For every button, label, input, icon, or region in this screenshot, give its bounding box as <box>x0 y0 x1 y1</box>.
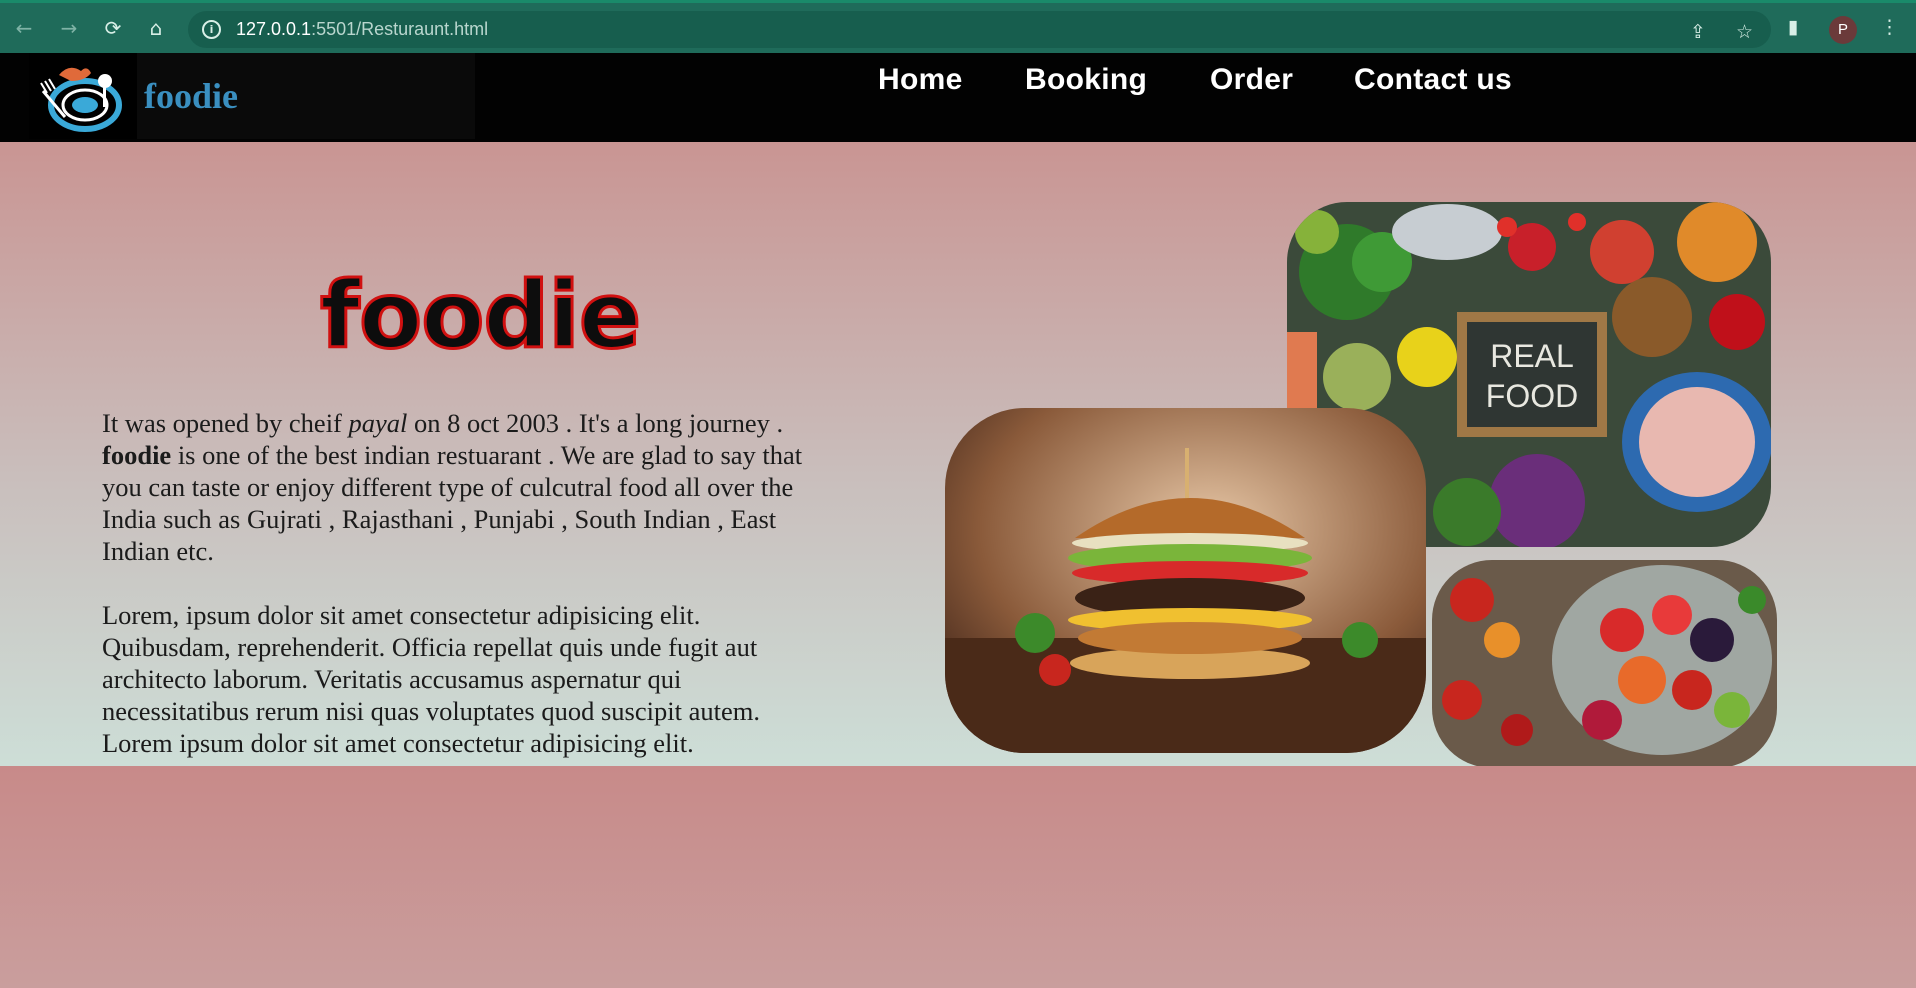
nav-booking[interactable]: Booking <box>1025 63 1147 97</box>
burger-image <box>945 408 1426 753</box>
nav-contact-us[interactable]: Contact us <box>1354 63 1512 97</box>
about-paragraph: It was opened by cheif payal on 8 oct 20… <box>102 408 803 566</box>
browser-toolbar: ← → ⟳ ⌂ i 127.0.0.1:5501/Resturaunt.html… <box>0 0 1916 53</box>
fruit-bowl-image <box>1432 560 1777 768</box>
real-food-sign-line2: FOOD <box>1486 378 1578 414</box>
site-header: foodie Home Booking Order Contact us <box>0 53 1916 142</box>
back-arrow-icon[interactable]: ← <box>11 15 37 41</box>
nav-home[interactable]: Home <box>878 63 963 97</box>
star-icon[interactable]: ☆ <box>1736 21 1753 43</box>
nav-order[interactable]: Order <box>1210 63 1293 97</box>
main-nav: Home Booking Order Contact us <box>0 53 1916 139</box>
reload-icon[interactable]: ⟳ <box>100 15 126 41</box>
home-icon[interactable]: ⌂ <box>143 15 169 41</box>
side-panel-icon[interactable]: ▮ <box>1788 16 1798 38</box>
about-text: It was opened by cheif payal on 8 oct 20… <box>102 407 832 759</box>
forward-arrow-icon[interactable]: → <box>56 15 82 41</box>
hero-section: foodie It was opened by cheif payal on 8… <box>0 142 1916 768</box>
share-icon[interactable]: ⇪ <box>1690 21 1706 43</box>
address-bar[interactable]: i 127.0.0.1:5501/Resturaunt.html ⇪ ☆ <box>188 11 1771 48</box>
kebab-menu-icon[interactable]: ⋮ <box>1880 16 1899 38</box>
profile-avatar[interactable]: P <box>1829 16 1857 44</box>
real-food-sign-line1: REAL <box>1490 338 1574 374</box>
site-info-icon[interactable]: i <box>202 20 221 39</box>
hero-title: foodie <box>318 261 642 371</box>
url-text[interactable]: 127.0.0.1:5501/Resturaunt.html <box>236 19 488 40</box>
page-background <box>0 766 1916 988</box>
lorem-paragraph: Lorem, ipsum dolor sit amet consectetur … <box>102 600 760 758</box>
